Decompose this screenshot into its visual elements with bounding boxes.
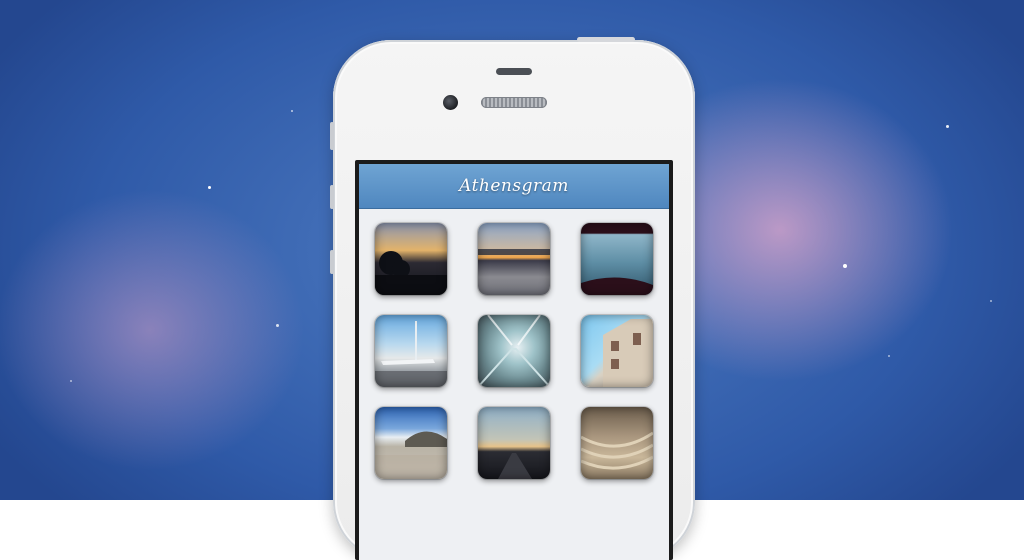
photo-thumbnail-city-view[interactable] <box>375 407 447 479</box>
star <box>990 300 992 302</box>
star <box>291 110 293 112</box>
hill-icon <box>375 431 447 479</box>
star <box>276 324 279 327</box>
tunnel-lines-icon <box>478 315 550 387</box>
photo-grid <box>359 209 669 560</box>
building-icon <box>603 319 653 387</box>
star <box>888 355 890 357</box>
road-icon <box>498 453 532 479</box>
app-header: Athensgram <box>359 164 669 209</box>
volume-up-button <box>330 185 334 209</box>
app-title: Athensgram <box>459 176 569 196</box>
earpiece-speaker <box>481 97 547 108</box>
photo-thumbnail-airport-plane[interactable] <box>375 315 447 387</box>
airplane-icon <box>375 321 447 387</box>
photo-thumbnail-sunset-sea[interactable] <box>478 223 550 295</box>
photo-thumbnail-metro-tunnel[interactable] <box>478 315 550 387</box>
theatre-steps-icon <box>581 431 653 470</box>
cloud-band-icon <box>478 249 550 255</box>
photo-thumbnail-ancient-theatre[interactable] <box>581 407 653 479</box>
photo-thumbnail-building-sky[interactable] <box>581 315 653 387</box>
star <box>843 264 847 268</box>
volume-down-button <box>330 250 334 274</box>
front-camera-icon <box>443 95 458 110</box>
photo-thumbnail-sunset-tree[interactable] <box>375 223 447 295</box>
mute-switch <box>330 122 334 150</box>
star <box>70 380 72 382</box>
star <box>946 125 949 128</box>
photo-thumbnail-road-dusk[interactable] <box>478 407 550 479</box>
athensgram-app: Athensgram <box>359 164 669 560</box>
star <box>208 186 211 189</box>
proximity-sensor <box>496 68 532 75</box>
iphone-device: Athensgram <box>330 37 695 560</box>
phone-screen: Athensgram <box>355 160 673 560</box>
power-button <box>577 37 635 42</box>
tree-silhouette-icon <box>375 251 447 295</box>
photo-thumbnail-aerial-city[interactable] <box>581 223 653 295</box>
window-frame-icon <box>581 277 653 295</box>
